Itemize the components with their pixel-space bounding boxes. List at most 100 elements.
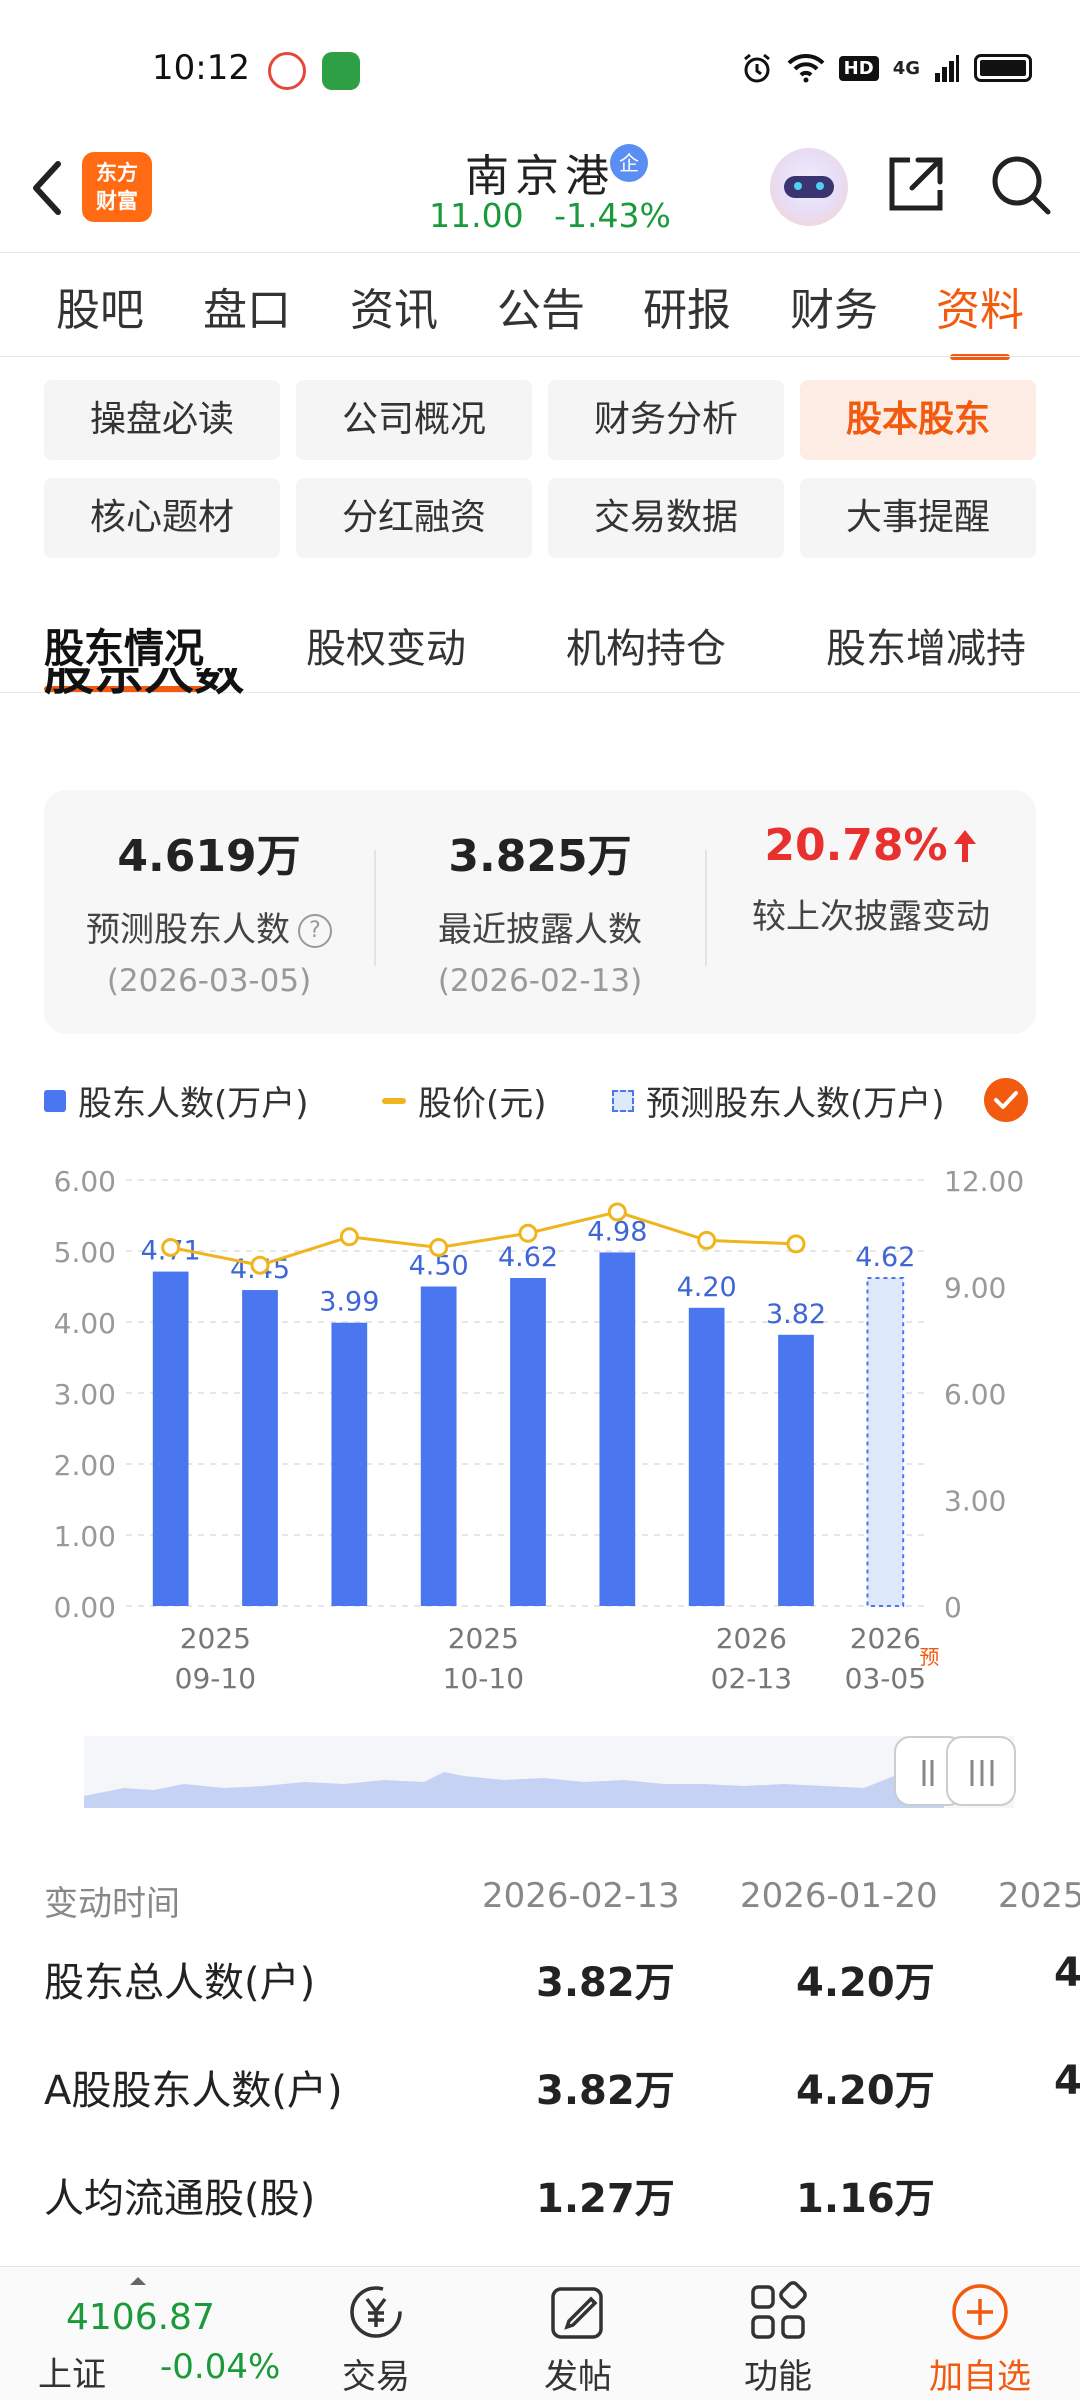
section-tab-equity-change[interactable]: 股权变动	[306, 616, 466, 674]
change-value: 20.78%	[706, 820, 1036, 871]
trade-icon	[350, 2286, 402, 2338]
stock-change: -1.43%	[554, 196, 671, 235]
legend-price[interactable]: 股价(元)	[382, 1076, 547, 1125]
header-change-time: 变动时间	[44, 1884, 180, 1924]
checkmark-icon[interactable]	[984, 1078, 1028, 1122]
x-axis-tick-date: 09-10	[175, 1662, 256, 1695]
tab-finance[interactable]: 财务	[790, 274, 878, 338]
table-row: A股股东人数(户) 3.82万 4.20万 4.	[0, 2058, 1080, 2138]
row-value: 4.	[1054, 1950, 1080, 1996]
row-label: A股股东人数(户)	[44, 2068, 343, 2114]
nav-post[interactable]: 发帖	[508, 2281, 648, 2398]
section-title: 股东人数	[44, 668, 244, 730]
forecast-bar	[866, 1276, 905, 1607]
index-value[interactable]: 4106.87	[66, 2297, 215, 2338]
bar-label: 3.99	[319, 1287, 379, 1318]
bar	[242, 1290, 278, 1606]
forecast-value: 4.619万	[117, 831, 301, 882]
logo-line-1: 东方	[96, 161, 138, 185]
subtab-shareholders[interactable]: 股本股东	[800, 380, 1036, 460]
subtab-core-themes[interactable]: 核心题材	[44, 478, 280, 558]
bar	[688, 1307, 725, 1606]
tab-guba[interactable]: 股吧	[56, 274, 144, 338]
table-row: 人均流通股(股) 1.27万 1.16万	[0, 2166, 1080, 2246]
range-slider[interactable]	[84, 1736, 1016, 1808]
bar	[152, 1271, 189, 1606]
section-tab-shareholders[interactable]: 股东情况	[44, 616, 204, 692]
nav-trade[interactable]: 交易	[306, 2281, 446, 2398]
x-axis-tick-year: 2026	[850, 1622, 921, 1655]
tab-research[interactable]: 研报	[643, 274, 731, 338]
y-axis-left-tick: 6.00	[54, 1165, 116, 1198]
latest-summary: 3.825万 最近披露人数 (2026-02-13)	[375, 790, 705, 1034]
status-bar: 10:12 HD 4G	[0, 0, 1080, 140]
section-title-text: 股东人数	[44, 668, 244, 701]
tab-profile[interactable]: 资料	[936, 274, 1024, 360]
tab-news[interactable]: 资讯	[350, 274, 438, 338]
forecast-bar-label: 4.62	[855, 1242, 915, 1273]
price-point	[250, 1255, 270, 1275]
shareholder-summary-card: 4.619万 预测股东人数? (2026-03-05) 3.825万 最近披露人…	[44, 790, 1036, 1034]
arrow-up-icon	[953, 830, 976, 862]
subtab-trading-guide[interactable]: 操盘必读	[44, 380, 280, 460]
help-icon[interactable]: ?	[298, 914, 332, 948]
change-value-text: 20.78%	[764, 820, 948, 871]
row-value: 4.20万	[796, 1960, 935, 2006]
edit-icon	[551, 2287, 603, 2339]
grip-icon	[970, 1760, 994, 1786]
price-line: 11.00 -1.43%	[400, 196, 700, 235]
subtab-financial-analysis[interactable]: 财务分析	[548, 380, 784, 460]
legend-bar-swatch	[44, 1089, 66, 1112]
legend-shareholders[interactable]: 股东人数(万户)	[44, 1076, 309, 1125]
price-point	[429, 1237, 449, 1257]
subtab-company-overview[interactable]: 公司概况	[296, 380, 532, 460]
row-value: 4.20万	[796, 2068, 935, 2114]
nav-post-label: 发帖	[544, 2357, 612, 2397]
forecast-label: 预测股东人数?	[44, 902, 374, 951]
x-axis-tick-year: 2025	[180, 1622, 251, 1655]
subtab-dividends[interactable]: 分红融资	[296, 478, 532, 558]
y-axis-right-tick: 9.00	[944, 1272, 1006, 1305]
slider-handle-right[interactable]	[946, 1736, 1016, 1806]
ai-assistant-icon[interactable]	[770, 148, 848, 226]
legend-shareholders-label: 股东人数(万户)	[78, 1084, 309, 1124]
forecast-date: (2026-03-05)	[106, 963, 312, 999]
clock: 10:12	[152, 48, 250, 88]
subtab-events[interactable]: 大事提醒	[800, 478, 1036, 558]
main-tabs: 股吧 盘口 资讯 公告 研报 财务 资料	[0, 268, 1080, 360]
tab-pankou[interactable]: 盘口	[203, 274, 291, 338]
bar	[778, 1334, 814, 1606]
app-logo[interactable]: 东方 财富	[82, 152, 152, 222]
header-date-1: 2026-02-13	[482, 1876, 680, 1916]
expand-up-icon[interactable]	[128, 2275, 148, 2287]
system-icons: HD 4G	[741, 52, 1032, 84]
nav-functions[interactable]: 功能	[708, 2281, 848, 2398]
nav-functions-label: 功能	[744, 2357, 812, 2397]
back-icon[interactable]	[28, 158, 68, 218]
x-axis-tick-date: 10-10	[443, 1662, 524, 1695]
x-axis-tick-year: 2026	[716, 1622, 787, 1655]
forecast-marker: 预	[919, 1645, 939, 1669]
legend-forecast[interactable]: 预测股东人数(万户)	[612, 1076, 945, 1125]
row-label: 股东总人数(户)	[44, 1960, 316, 2006]
row-value: 3.82万	[536, 1960, 675, 2006]
tab-announcement[interactable]: 公告	[497, 274, 585, 338]
nav-add-watchlist[interactable]: 加自选	[910, 2281, 1050, 2398]
table-header: 变动时间 2026-02-13 2026-01-20 2025-	[0, 1876, 1080, 1926]
alarm-icon	[743, 53, 770, 83]
battery-icon	[974, 54, 1032, 82]
bar	[510, 1277, 546, 1606]
section-tab-holdings-change[interactable]: 股东增减持	[826, 616, 1026, 674]
price-point	[161, 1237, 181, 1257]
signal-4g-icon: 4G	[892, 57, 920, 79]
price-point	[607, 1202, 627, 1222]
y-axis-left-tick: 0.00	[54, 1591, 116, 1624]
bar-label: 3.82	[766, 1299, 826, 1330]
index-name: 上证	[38, 2355, 106, 2395]
share-icon[interactable]	[884, 152, 948, 216]
subtab-trading-data[interactable]: 交易数据	[548, 478, 784, 558]
x-axis-tick-year: 2025	[448, 1622, 519, 1655]
add-circle-icon	[952, 2284, 1008, 2340]
search-icon[interactable]	[988, 152, 1054, 218]
section-tab-institution[interactable]: 机构持仓	[566, 616, 726, 674]
